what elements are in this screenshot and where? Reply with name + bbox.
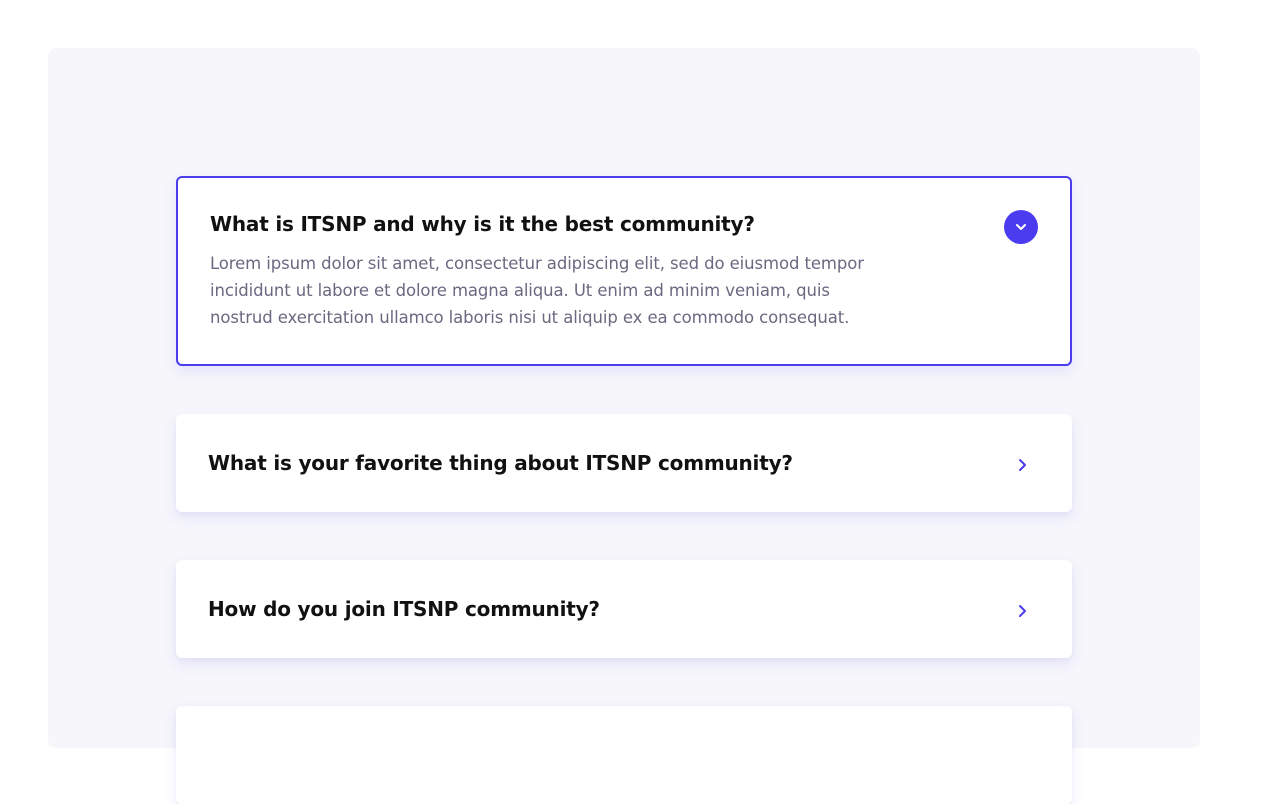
faq-panel: What is ITSNP and why is it the best com… xyxy=(48,48,1200,804)
faq-item-1[interactable]: What is ITSNP and why is it the best com… xyxy=(176,176,1072,366)
chevron-right-icon[interactable] xyxy=(1012,454,1034,476)
faq-question: How do you join ITSNP community? xyxy=(208,597,600,621)
faq-question: What is ITSNP and why is it the best com… xyxy=(210,212,755,236)
faq-item-3[interactable]: How do you join ITSNP community? xyxy=(176,560,1072,658)
chevron-down-icon[interactable] xyxy=(1004,210,1038,244)
faq-item-2[interactable]: What is your favorite thing about ITSNP … xyxy=(176,414,1072,512)
faq-item-4[interactable] xyxy=(176,706,1072,804)
chevron-right-icon[interactable] xyxy=(1012,600,1034,622)
faq-answer: Lorem ipsum dolor sit amet, consectetur … xyxy=(210,254,864,327)
faq-list: What is ITSNP and why is it the best com… xyxy=(176,176,1072,804)
faq-question: What is your favorite thing about ITSNP … xyxy=(208,451,793,475)
